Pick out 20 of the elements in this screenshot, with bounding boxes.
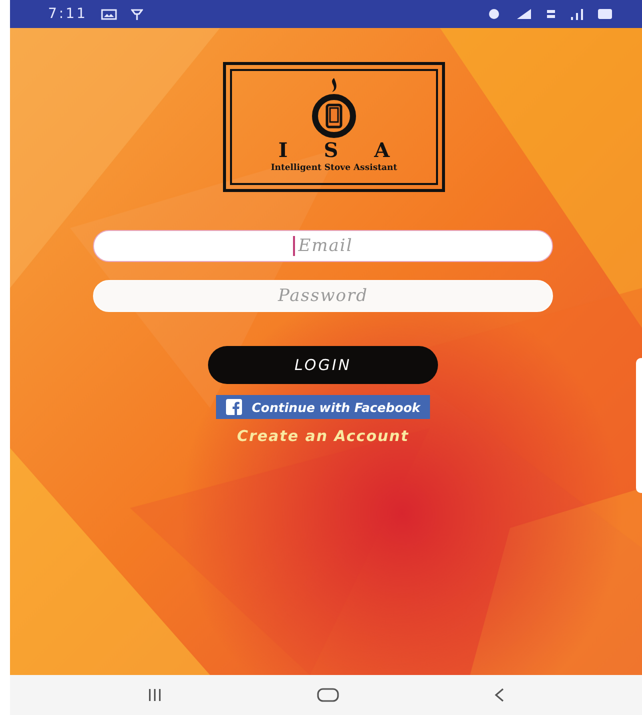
stove-logo-icon (310, 76, 358, 138)
logo-subtitle: Intelligent Stove Assistant (270, 163, 398, 173)
status-time: 7:11 (48, 6, 88, 22)
battery-icon (598, 9, 612, 19)
logo-letter: I (278, 140, 288, 160)
login-button[interactable]: LOGIN (208, 346, 438, 384)
signal-icon (516, 8, 532, 20)
home-icon[interactable] (316, 688, 339, 702)
create-account-link[interactable]: Create an Account (236, 427, 410, 445)
signal-bars-icon (570, 8, 584, 20)
recent-apps-icon[interactable] (148, 689, 162, 701)
facebook-button[interactable]: Continue with Facebook (216, 395, 430, 419)
image-icon (101, 8, 118, 20)
text-cursor (293, 236, 296, 256)
back-icon[interactable] (494, 688, 504, 702)
logo-letter: A (374, 140, 390, 160)
facebook-icon (226, 399, 242, 415)
input-field[interactable]: Email (93, 230, 553, 262)
input-field[interactable]: Password (93, 280, 553, 312)
logo-letter: S (324, 140, 338, 160)
